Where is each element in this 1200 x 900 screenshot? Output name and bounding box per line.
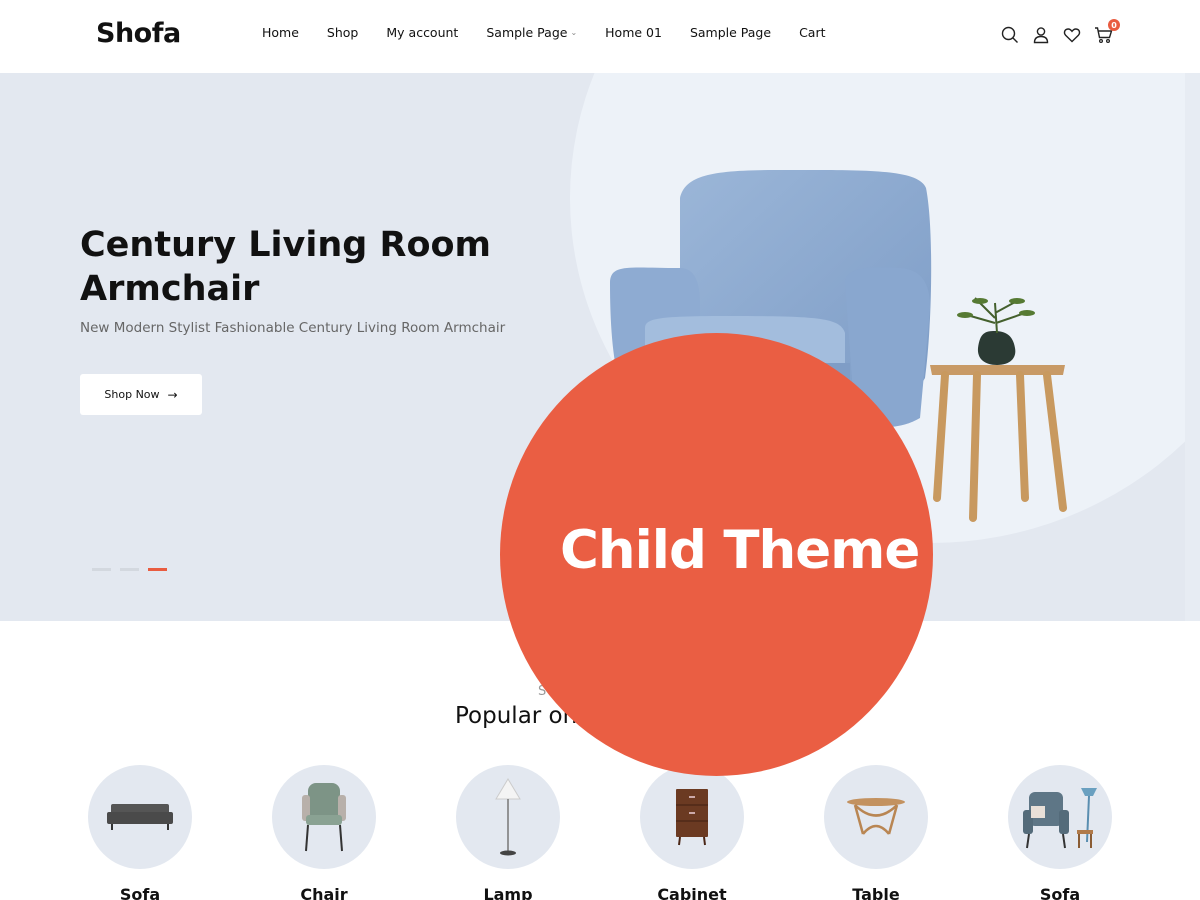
nav-item-home[interactable]: Home [262, 25, 299, 40]
chevron-down-icon: ⌄ [570, 28, 578, 37]
side-table-image [930, 297, 1067, 522]
category-image [88, 765, 192, 869]
header-actions: 0 [999, 19, 1123, 46]
hero-edge [1185, 73, 1200, 621]
cabinet-icon [676, 789, 708, 846]
category-label: Chair [300, 885, 348, 900]
lamp-icon [495, 778, 521, 856]
category-label: Lamp [483, 885, 533, 900]
slider-dot-active[interactable] [148, 568, 167, 571]
nav-item-my-account[interactable]: My account [386, 25, 458, 40]
main-nav: Home Shop My account Sample Page ⌄ Home 0… [262, 25, 854, 40]
cart-icon[interactable]: 0 [1092, 19, 1120, 46]
site-logo[interactable]: Shofa [96, 18, 181, 49]
nav-item-sample-page-dropdown[interactable]: Sample Page ⌄ [486, 25, 577, 40]
slider-dot[interactable] [92, 568, 111, 571]
shop-now-button[interactable]: Shop Now → [80, 374, 202, 415]
category-item[interactable]: Sofa [1008, 765, 1112, 900]
child-theme-label: Child Theme [560, 520, 920, 581]
user-icon[interactable] [1030, 24, 1052, 46]
site-header: Shofa Home Shop My account Sample Page ⌄ … [0, 0, 1200, 73]
category-image [272, 765, 376, 869]
nav-label: Home 01 [605, 25, 662, 40]
search-icon[interactable] [999, 24, 1021, 46]
nav-label: Sample Page [689, 25, 772, 40]
nav-item-cart[interactable]: Cart [799, 25, 825, 40]
nav-label: Cart [799, 25, 826, 40]
category-item[interactable]: Lamp [456, 765, 560, 900]
category-item[interactable]: Table [824, 765, 928, 900]
heart-icon[interactable] [1061, 24, 1083, 46]
sofa-icon [107, 804, 173, 830]
cart-count-badge: 0 [1108, 19, 1120, 31]
category-label: Cabinet [657, 885, 727, 900]
hero-title: Century Living Room Armchair [80, 225, 492, 309]
armchair-icon [1023, 788, 1097, 849]
arrow-right-icon: → [167, 387, 178, 402]
category-label: Table [852, 885, 900, 900]
table-icon [847, 798, 905, 835]
category-image [1008, 765, 1112, 869]
nav-item-home-01[interactable]: Home 01 [605, 25, 662, 40]
nav-label: Shop [326, 25, 359, 40]
category-label: Sofa [119, 885, 161, 900]
category-item[interactable]: Cabinet [640, 765, 744, 900]
nav-label: My account [386, 25, 459, 40]
shop-now-label: Shop Now [104, 388, 160, 401]
nav-label: Sample Page [486, 25, 568, 40]
category-image [640, 765, 744, 869]
slider-dot[interactable] [120, 568, 139, 571]
nav-item-shop[interactable]: Shop [327, 25, 358, 40]
category-item[interactable]: Sofa [88, 765, 192, 900]
hero-subtitle: New Modern Stylist Fashionable Century L… [80, 320, 506, 336]
category-image [456, 765, 560, 869]
chair-icon [302, 783, 346, 852]
slider-dots [92, 568, 176, 571]
category-item[interactable]: Chair [272, 765, 376, 900]
category-image [824, 765, 928, 869]
nav-item-sample-page[interactable]: Sample Page [690, 25, 771, 40]
nav-label: Home [262, 25, 299, 40]
category-label: Sofa [1039, 885, 1081, 900]
